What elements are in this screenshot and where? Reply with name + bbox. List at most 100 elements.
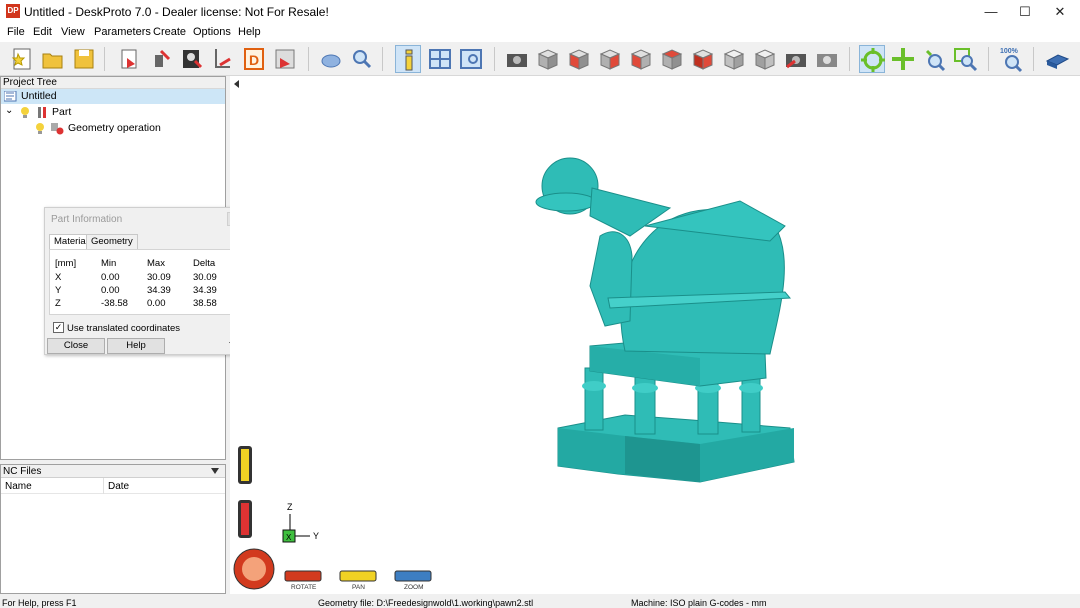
add-part-icon[interactable] — [148, 45, 174, 73]
app-logo-icon: DP — [6, 4, 20, 18]
column-header: Max — [147, 258, 165, 269]
table-cell: 0.00 — [147, 298, 166, 309]
zoom-100-icon[interactable]: 100% — [999, 45, 1025, 73]
tree-root-label: Untitled — [21, 90, 57, 102]
minimize-button[interactable]: — — [974, 0, 1008, 24]
dimensions-table: [mm] Min Max Delta X 0.00 30.09 30.09 Y … — [49, 249, 243, 315]
close-window-button[interactable]: ✕ — [1043, 0, 1077, 24]
dialog-title: Part Information — [51, 214, 123, 225]
save-icon[interactable] — [71, 45, 97, 73]
column-header: [mm] — [55, 258, 77, 269]
add-bitmap-icon[interactable] — [179, 45, 205, 73]
menu-options[interactable]: Options — [193, 26, 231, 38]
operation-error-icon — [50, 122, 64, 135]
table-cell: 30.09 — [193, 272, 217, 283]
view-cube-right-icon[interactable] — [628, 45, 654, 73]
chevron-down-icon[interactable]: ⌄ — [5, 103, 13, 118]
maximize-button[interactable]: ☐ — [1008, 0, 1042, 24]
axis-indicator: Z X Y — [282, 502, 319, 543]
nc-files-title: NC Files — [3, 466, 42, 477]
save-geometry-icon[interactable] — [272, 45, 298, 73]
table-cell: 38.58 — [193, 298, 217, 309]
info-icon[interactable] — [395, 45, 421, 73]
window-title: Untitled - DeskProto 7.0 - Dealer licens… — [24, 5, 329, 19]
nc-files-header: NC Files — [1, 465, 225, 478]
table-cell: 34.39 — [193, 285, 217, 296]
pan-mode-label: PAN — [352, 584, 365, 591]
table-cell: X — [55, 272, 62, 283]
tree-part-label: Part — [52, 106, 72, 118]
book-icon[interactable] — [1044, 45, 1070, 73]
menu-parameters[interactable]: Parameters — [94, 26, 151, 38]
zoom-gauge-icon[interactable] — [238, 446, 252, 484]
view-cube-left-icon[interactable] — [597, 45, 623, 73]
svg-text:D: D — [249, 52, 259, 68]
open-folder-icon[interactable] — [40, 45, 66, 73]
zoom-mode-button[interactable] — [394, 570, 432, 582]
column-date[interactable]: Date — [108, 481, 129, 492]
menu-bar: File Edit View Parameters Create Options… — [0, 24, 1080, 42]
rotate-mode-button[interactable] — [284, 570, 322, 582]
axis-y-label: Y — [313, 531, 319, 541]
tab-geometry[interactable]: Geometry — [86, 234, 138, 249]
menu-edit[interactable]: Edit — [33, 26, 52, 38]
column-name[interactable]: Name — [5, 481, 32, 492]
menu-view[interactable]: View — [61, 26, 85, 38]
view-cube-iso2-icon[interactable] — [752, 45, 778, 73]
zoom-100-label: 100% — [1000, 48, 1019, 55]
zoom-window-icon[interactable] — [952, 45, 978, 73]
camera-red-icon[interactable] — [783, 45, 809, 73]
zoom-tool-icon[interactable] — [921, 45, 947, 73]
toolbar: D 100% — [0, 42, 1080, 76]
dropdown-arrow-icon[interactable] — [211, 468, 219, 474]
table-cell: 30.09 — [147, 272, 171, 283]
status-bar: For Help, press F1 Geometry file: D:\Fre… — [0, 596, 1080, 608]
tile-view-icon[interactable] — [427, 45, 453, 73]
3d-model[interactable] — [535, 157, 795, 483]
view-cube-top-icon[interactable] — [659, 45, 685, 73]
tree-item-project[interactable]: Untitled — [1, 89, 225, 104]
table-cell: 0.00 — [101, 285, 120, 296]
part-icon — [35, 106, 49, 119]
axis-x-label: X — [286, 533, 292, 542]
add-dxf-icon[interactable]: D — [241, 45, 267, 73]
view-cube-iso-icon[interactable] — [721, 45, 747, 73]
screen-view-icon[interactable] — [458, 45, 484, 73]
table-cell: 34.39 — [147, 285, 171, 296]
view-cube-front-icon[interactable] — [535, 45, 561, 73]
select-tool-icon[interactable] — [318, 45, 344, 73]
pan-mode-button[interactable] — [339, 570, 377, 582]
help-button[interactable]: Help — [107, 338, 165, 354]
dial-icon[interactable] — [233, 548, 275, 590]
project-tree-header: Project Tree — [1, 77, 225, 89]
view-cube-bottom-icon[interactable] — [690, 45, 716, 73]
part-information-dialog: Part Information Material Geometry [mm] … — [44, 207, 246, 355]
title-bar: DP Untitled - DeskProto 7.0 - Dealer lic… — [0, 0, 1080, 24]
table-cell: Y — [55, 285, 62, 296]
pan-tool-icon[interactable] — [890, 45, 916, 73]
menu-create[interactable]: Create — [153, 26, 186, 38]
camera-icon[interactable] — [504, 45, 530, 73]
camera-grey-icon[interactable] — [814, 45, 840, 73]
table-cell: -38.58 — [101, 298, 128, 309]
rotate-mode-label: ROTATE — [291, 584, 317, 591]
translated-coordinates-checkbox[interactable]: ✓ — [53, 322, 64, 333]
view-cube-back-icon[interactable] — [566, 45, 592, 73]
lightbulb-icon[interactable] — [35, 123, 45, 135]
close-button[interactable]: Close — [47, 338, 105, 354]
import-geometry-icon[interactable] — [117, 45, 143, 73]
axis-z-label: Z — [287, 502, 293, 512]
lightbulb-icon[interactable] — [20, 107, 30, 119]
rotate-gauge-icon[interactable] — [238, 500, 252, 538]
table-cell: Z — [55, 298, 61, 309]
nc-files-column-header: Name Date — [1, 478, 225, 494]
menu-file[interactable]: File — [7, 26, 25, 38]
zoom-mode-label: ZOOM — [404, 584, 424, 591]
add-vector-icon[interactable] — [210, 45, 236, 73]
search-part-icon[interactable] — [349, 45, 375, 73]
rotate-tool-icon[interactable] — [859, 45, 885, 73]
menu-help[interactable]: Help — [238, 26, 261, 38]
column-header: Delta — [193, 258, 216, 269]
3d-viewport[interactable]: Z X Y ROTATE PAN ZOOM — [230, 76, 1080, 594]
new-project-icon[interactable] — [9, 45, 35, 73]
